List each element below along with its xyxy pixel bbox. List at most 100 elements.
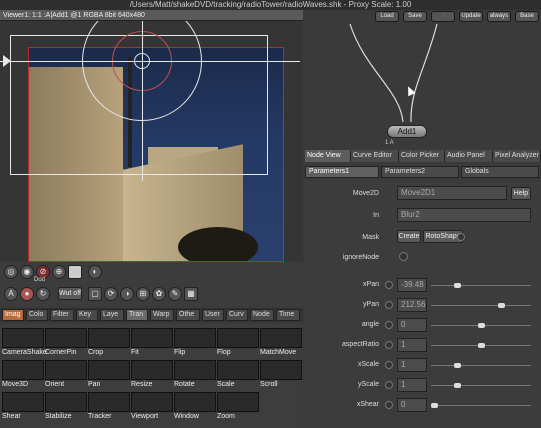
param-slider[interactable] xyxy=(431,343,531,348)
node-resize[interactable]: Resize xyxy=(131,360,173,390)
left-arrow-handle-icon[interactable] xyxy=(3,55,11,67)
tab-audio-panel[interactable]: Audio Panel xyxy=(445,150,493,162)
param-value-field[interactable]: 1 xyxy=(397,358,427,372)
tab-user[interactable]: User xyxy=(202,309,224,321)
add1-node[interactable]: Add1 xyxy=(387,125,427,138)
node-pan[interactable]: Pan xyxy=(88,360,130,390)
node-thumbnail xyxy=(260,360,302,380)
display-icon[interactable]: ◉ xyxy=(20,265,34,279)
param-slider[interactable] xyxy=(431,363,531,368)
frame-icon[interactable]: ▢ xyxy=(88,287,102,301)
node-thumbnail xyxy=(217,360,259,380)
param-value-field[interactable]: 212.56 xyxy=(397,298,427,312)
node-cornerpin[interactable]: CornerPin xyxy=(45,328,87,358)
node-name-field[interactable]: Move2D1 xyxy=(397,186,507,200)
tab-key[interactable]: Key xyxy=(76,309,98,321)
tab-layer[interactable]: Laye xyxy=(100,309,124,321)
tab-parameters2[interactable]: Parameters2 xyxy=(381,166,459,178)
node-thumbnail xyxy=(217,328,259,348)
param-slider[interactable] xyxy=(431,323,531,328)
tab-pixel-analyzer[interactable]: Pixel Analyzer xyxy=(493,150,541,162)
color-wheel-icon[interactable]: ● xyxy=(20,287,34,301)
update-icon[interactable]: ↻ xyxy=(36,287,50,301)
node-viewport[interactable]: Viewport xyxy=(131,392,173,422)
channel-icon[interactable]: ◎ xyxy=(4,265,18,279)
expression-icon[interactable] xyxy=(385,361,393,369)
node-view-panel[interactable]: Load Save ~ Update always Base Add1 1 A xyxy=(305,10,541,148)
expression-icon[interactable] xyxy=(385,381,393,389)
in-field[interactable]: Blur2 xyxy=(397,208,531,222)
zoom-icon[interactable]: ⊕ xyxy=(52,265,66,279)
node-crop[interactable]: Crop xyxy=(88,328,130,358)
background-swatch-icon[interactable] xyxy=(68,265,82,279)
node-window[interactable]: Window xyxy=(174,392,216,422)
param-slider[interactable] xyxy=(431,283,531,288)
node-orient[interactable]: Orient xyxy=(45,360,87,390)
tab-color[interactable]: Colo xyxy=(26,309,48,321)
param-value-field[interactable]: 1 xyxy=(397,338,427,352)
slider-knob[interactable] xyxy=(477,343,485,348)
tab-node[interactable]: Node xyxy=(250,309,274,321)
ignore-node-toggle[interactable] xyxy=(399,252,408,261)
tab-curve[interactable]: Curv xyxy=(226,309,248,321)
viewer-canvas[interactable] xyxy=(0,21,303,262)
slider-knob[interactable] xyxy=(454,363,462,368)
tab-parameters1[interactable]: Parameters1 xyxy=(305,166,379,178)
param-value-field[interactable]: -39.48 xyxy=(397,278,427,292)
param-slider[interactable] xyxy=(431,383,531,388)
palette-icon[interactable]: ▦ xyxy=(184,287,198,301)
expression-icon[interactable] xyxy=(385,401,393,409)
create-mask-button[interactable]: Create xyxy=(397,230,421,243)
slider-knob[interactable] xyxy=(454,383,462,388)
node-camerashake[interactable]: CameraShake xyxy=(2,328,47,358)
tab-warp[interactable]: Warp xyxy=(150,309,174,321)
node-shear[interactable]: Shear xyxy=(2,392,44,422)
alpha-icon[interactable]: A xyxy=(4,287,18,301)
tab-time[interactable]: Time xyxy=(276,309,300,321)
tab-transform[interactable]: Tran xyxy=(126,309,148,321)
slider-knob[interactable] xyxy=(454,283,462,288)
param-value-field[interactable]: 0 xyxy=(397,318,427,332)
lut-icon[interactable]: ◑ xyxy=(120,287,134,301)
overlay-icon[interactable]: ✿ xyxy=(152,287,166,301)
node-thumbnail xyxy=(131,392,173,412)
tab-other[interactable]: Othe xyxy=(176,309,200,321)
param-slider[interactable] xyxy=(431,403,531,408)
param-value-field[interactable]: 0 xyxy=(397,398,427,412)
help-button[interactable]: Help xyxy=(511,187,531,200)
mask-menu-icon[interactable] xyxy=(457,233,465,241)
param-value-field[interactable]: 1 xyxy=(397,378,427,392)
node-scale[interactable]: Scale xyxy=(217,360,259,390)
tab-globals[interactable]: Globals xyxy=(461,166,539,178)
tab-filter[interactable]: Filter xyxy=(50,309,74,321)
tab-color-picker[interactable]: Color Picker xyxy=(399,150,445,162)
expression-icon[interactable] xyxy=(385,281,393,289)
tab-curve-editor[interactable]: Curve Editor xyxy=(351,150,399,162)
slider-knob[interactable] xyxy=(431,403,438,408)
expression-icon[interactable] xyxy=(385,321,393,329)
refresh-icon[interactable]: ⟳ xyxy=(104,287,118,301)
node-fit[interactable]: Fit xyxy=(131,328,173,358)
node-type-label: Move2D xyxy=(352,190,379,197)
node-move3d[interactable]: Move3D xyxy=(2,360,44,390)
node-tracker[interactable]: Tracker xyxy=(88,392,130,422)
tab-node-view[interactable]: Node View xyxy=(305,150,351,162)
expression-icon[interactable] xyxy=(385,341,393,349)
slider-knob[interactable] xyxy=(497,303,505,308)
node-matchmove[interactable]: MatchMove xyxy=(260,328,302,358)
compare-icon[interactable]: ◐ xyxy=(88,265,102,279)
slider-knob[interactable] xyxy=(477,323,485,328)
draw-icon[interactable]: ✎ xyxy=(168,287,182,301)
node-stabilize[interactable]: Stabilize xyxy=(45,392,87,422)
tab-image[interactable]: Imag xyxy=(2,309,24,321)
node-zoom[interactable]: Zoom xyxy=(217,392,259,422)
node-rotate[interactable]: Rotate xyxy=(174,360,216,390)
expression-icon[interactable] xyxy=(385,301,393,309)
node-flip[interactable]: Flip xyxy=(174,328,216,358)
wut-off-button[interactable]: Wut off xyxy=(58,287,82,300)
grid-icon[interactable]: ⊞ xyxy=(136,287,150,301)
param-slider[interactable] xyxy=(431,303,531,308)
node-flop[interactable]: Flop xyxy=(217,328,259,358)
node-thumbnail xyxy=(174,328,216,348)
node-scroll[interactable]: Scroll xyxy=(260,360,302,390)
